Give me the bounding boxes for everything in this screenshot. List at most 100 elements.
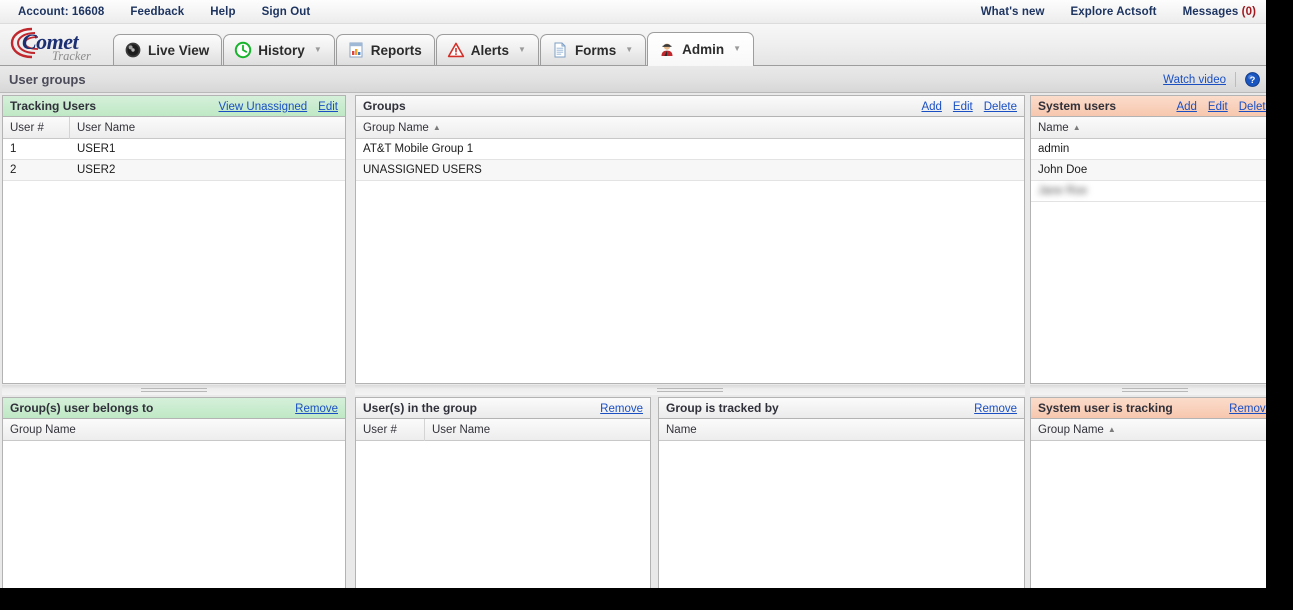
panel-users-in-the-group: User(s) in the group Remove User # User …: [355, 397, 651, 588]
splitter-left[interactable]: [2, 385, 346, 395]
reports-chart-icon: [349, 42, 363, 58]
column-header-user-name[interactable]: User Name: [70, 117, 345, 139]
explore-actsoft-link[interactable]: Explore Actsoft: [1071, 6, 1157, 18]
group-is-tracked-by-remove-link[interactable]: Remove: [974, 403, 1017, 415]
groups-column-headers: Group Name ▲: [356, 117, 1024, 139]
main-tab-strip: Comet Tracker Live View History ▼ Report…: [0, 24, 1266, 66]
column-label: User Name: [432, 423, 491, 436]
table-row[interactable]: 2 USER2: [3, 160, 345, 181]
tab-alerts-caret-icon[interactable]: ▼: [518, 46, 526, 54]
window-frame: Account: 16608 Feedback Help Sign Out Wh…: [0, 0, 1293, 610]
tab-admin-label: Admin: [682, 41, 725, 57]
column-header-group-name[interactable]: Group Name: [3, 419, 345, 441]
panel-groups-user-belongs-to-actions: Remove: [295, 398, 338, 419]
table-row[interactable]: AT&T Mobile Group 1: [356, 139, 1024, 160]
cell-group-name: UNASSIGNED USERS: [363, 164, 482, 176]
tab-live-view-label: Live View: [148, 42, 210, 58]
tab-forms[interactable]: Forms ▼: [539, 34, 647, 65]
tab-reports-label: Reports: [370, 42, 422, 58]
system-user-is-tracking-column-headers: Group Name ▲: [1031, 419, 1266, 441]
splitter-grip: [1122, 386, 1188, 394]
panel-groups-actions: Add Edit Delete: [921, 96, 1017, 117]
table-row[interactable]: UNASSIGNED USERS: [356, 160, 1024, 181]
page-title-bar-actions: Watch video ?: [1163, 66, 1260, 93]
feedback-link[interactable]: Feedback: [130, 6, 184, 18]
panel-tracking-users-header: Tracking Users View Unassigned Edit: [3, 96, 345, 117]
cell-user-number: 2: [10, 164, 17, 176]
splitter-right[interactable]: [1030, 385, 1266, 395]
panel-groups-header: Groups Add Edit Delete: [356, 96, 1024, 117]
tab-alerts[interactable]: Alerts ▼: [435, 34, 539, 65]
tab-live-view[interactable]: Live View: [113, 34, 223, 65]
tab-reports[interactable]: Reports: [335, 34, 435, 65]
groups-user-belongs-to-column-headers: Group Name: [3, 419, 345, 441]
panel-groups-user-belongs-to-header: Group(s) user belongs to Remove: [3, 398, 345, 419]
users-in-the-group-remove-link[interactable]: Remove: [600, 403, 643, 415]
column-label: Group Name: [10, 423, 76, 436]
sign-out-link[interactable]: Sign Out: [262, 6, 311, 18]
column-header-user-name[interactable]: User Name: [425, 419, 650, 441]
view-unassigned-link[interactable]: View Unassigned: [219, 101, 308, 113]
column-label: Name: [666, 423, 697, 436]
panel-system-user-is-tracking-header: System user is tracking Remove: [1031, 398, 1266, 419]
column-label: Group Name: [1038, 423, 1104, 436]
panel-system-users: System users Add Edit Delete Name ▲ admi…: [1030, 95, 1266, 384]
splitter-grip: [141, 386, 207, 394]
column-header-user-number[interactable]: User #: [356, 418, 425, 441]
column-header-name[interactable]: Name: [659, 419, 1024, 441]
application-viewport: Account: 16608 Feedback Help Sign Out Wh…: [0, 0, 1266, 588]
tab-admin-caret-icon[interactable]: ▼: [733, 45, 741, 53]
svg-text:?: ?: [1250, 75, 1256, 85]
panel-users-in-the-group-header: User(s) in the group Remove: [356, 398, 650, 419]
sort-ascending-icon: ▲: [1107, 424, 1116, 434]
groups-edit-link[interactable]: Edit: [953, 101, 973, 113]
page-title-bar: User groups Watch video ?: [0, 66, 1266, 93]
panel-system-user-is-tracking-actions: Remove: [1229, 398, 1266, 419]
account-bar-right-links: What's new Explore Actsoft Messages (0): [981, 0, 1256, 24]
column-header-group-name[interactable]: Group Name ▲: [356, 117, 1024, 139]
messages-count: (0): [1241, 6, 1256, 18]
table-row[interactable]: admin: [1031, 139, 1266, 160]
splitter-center[interactable]: [355, 385, 1025, 395]
column-header-user-number[interactable]: User #: [3, 116, 70, 139]
account-number-label: Account: 16608: [18, 6, 105, 18]
column-label: Name: [1038, 121, 1069, 134]
column-header-group-name[interactable]: Group Name ▲: [1031, 419, 1266, 441]
groups-add-link[interactable]: Add: [921, 101, 941, 113]
table-row[interactable]: John Doe: [1031, 160, 1266, 181]
tab-history[interactable]: History ▼: [223, 34, 335, 65]
page-title: User groups: [9, 71, 86, 87]
divider: [1235, 72, 1236, 87]
column-label: User #: [363, 423, 397, 436]
system-users-column-headers: Name ▲: [1031, 117, 1266, 139]
alerts-warning-icon: [447, 42, 464, 58]
column-header-name[interactable]: Name ▲: [1031, 117, 1266, 139]
panel-group-is-tracked-by-title: Group is tracked by: [666, 401, 779, 415]
system-users-delete-link[interactable]: Delete: [1239, 101, 1266, 113]
system-users-edit-link[interactable]: Edit: [1208, 101, 1228, 113]
groups-rows: AT&T Mobile Group 1 UNASSIGNED USERS: [356, 139, 1024, 181]
help-link[interactable]: Help: [210, 6, 235, 18]
panel-system-users-title: System users: [1038, 99, 1117, 113]
whats-new-link[interactable]: What's new: [981, 6, 1045, 18]
help-question-icon[interactable]: ?: [1245, 72, 1260, 87]
tab-forms-caret-icon[interactable]: ▼: [625, 46, 633, 54]
panel-system-user-is-tracking-title: System user is tracking: [1038, 401, 1173, 415]
cell-group-name: AT&T Mobile Group 1: [363, 143, 474, 155]
panel-tracking-users-actions: View Unassigned Edit: [219, 96, 338, 117]
tab-history-caret-icon[interactable]: ▼: [314, 46, 322, 54]
groups-user-belongs-to-remove-link[interactable]: Remove: [295, 403, 338, 415]
tracking-users-edit-link[interactable]: Edit: [318, 101, 338, 113]
panel-groups-user-belongs-to-title: Group(s) user belongs to: [10, 401, 154, 415]
table-row[interactable]: 1 USER1: [3, 139, 345, 160]
tab-admin[interactable]: Admin ▼: [647, 32, 755, 66]
watch-video-link[interactable]: Watch video: [1163, 74, 1226, 86]
messages-link[interactable]: Messages (0): [1183, 6, 1256, 18]
system-users-add-link[interactable]: Add: [1176, 101, 1196, 113]
table-row[interactable]: Jane Roe: [1031, 181, 1266, 202]
comet-tracker-logo[interactable]: Comet Tracker: [8, 26, 112, 66]
cell-system-user-name-redacted: Jane Roe: [1038, 185, 1088, 197]
system-user-is-tracking-remove-link[interactable]: Remove: [1229, 403, 1266, 415]
group-is-tracked-by-column-headers: Name: [659, 419, 1024, 441]
groups-delete-link[interactable]: Delete: [984, 101, 1017, 113]
